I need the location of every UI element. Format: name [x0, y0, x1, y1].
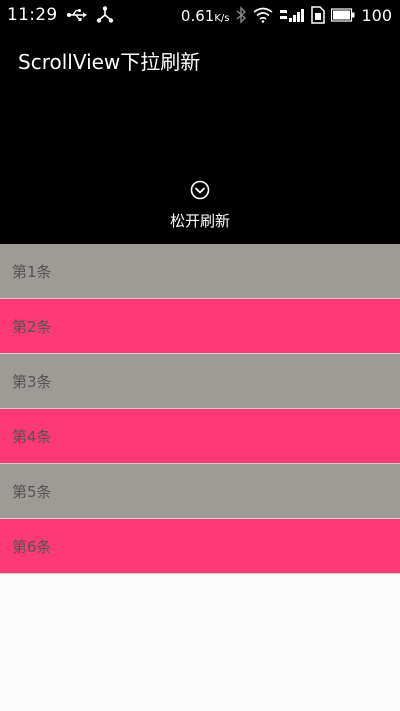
- list-item[interactable]: 第4条: [0, 409, 400, 464]
- list-item[interactable]: 第1条: [0, 244, 400, 299]
- list-item-label: 第4条: [12, 427, 52, 446]
- refresh-label: 松开刷新: [169, 212, 230, 230]
- chevron-down-circle-icon: [190, 180, 210, 200]
- status-bar-left: 11:29: [7, 5, 114, 25]
- status-bar-right: 0.61K/s 100: [181, 6, 392, 25]
- signal-icon: [279, 7, 305, 23]
- list-item[interactable]: 第6条: [0, 519, 400, 574]
- share-icon: [96, 6, 114, 24]
- net-speed-value: 0.61: [180, 6, 215, 25]
- list-item-label: 第1条: [12, 262, 52, 281]
- sim-icon: [311, 6, 326, 24]
- list-item[interactable]: 第5条: [0, 464, 400, 519]
- usb-icon: [66, 8, 88, 22]
- app-screen: 11:29 0.61K/s 100 ScrollView下拉刷新 松开刷新 第1…: [0, 0, 400, 711]
- list-item-label: 第2条: [12, 317, 52, 336]
- list-item[interactable]: 第3条: [0, 354, 400, 409]
- net-speed-unit: K/s: [214, 12, 230, 24]
- wifi-icon: [253, 7, 273, 23]
- battery-level: 100: [361, 5, 392, 25]
- pull-refresh-indicator: 松开刷新: [0, 180, 400, 231]
- list-item-label: 第6条: [12, 537, 52, 556]
- list-item[interactable]: 第2条: [0, 299, 400, 354]
- app-title: ScrollView下拉刷新: [18, 50, 201, 74]
- net-speed: 0.61K/s: [181, 6, 230, 25]
- bluetooth-icon: [235, 6, 247, 24]
- list-item-label: 第3条: [12, 372, 52, 391]
- status-bar: 11:29 0.61K/s 100: [0, 0, 400, 30]
- status-time: 11:29: [7, 5, 58, 25]
- refresh-header: ScrollView下拉刷新 松开刷新: [0, 30, 400, 244]
- battery-icon: [331, 8, 355, 22]
- item-list[interactable]: 第1条 第2条 第3条 第4条 第5条 第6条: [0, 244, 400, 574]
- list-item-label: 第5条: [12, 482, 52, 501]
